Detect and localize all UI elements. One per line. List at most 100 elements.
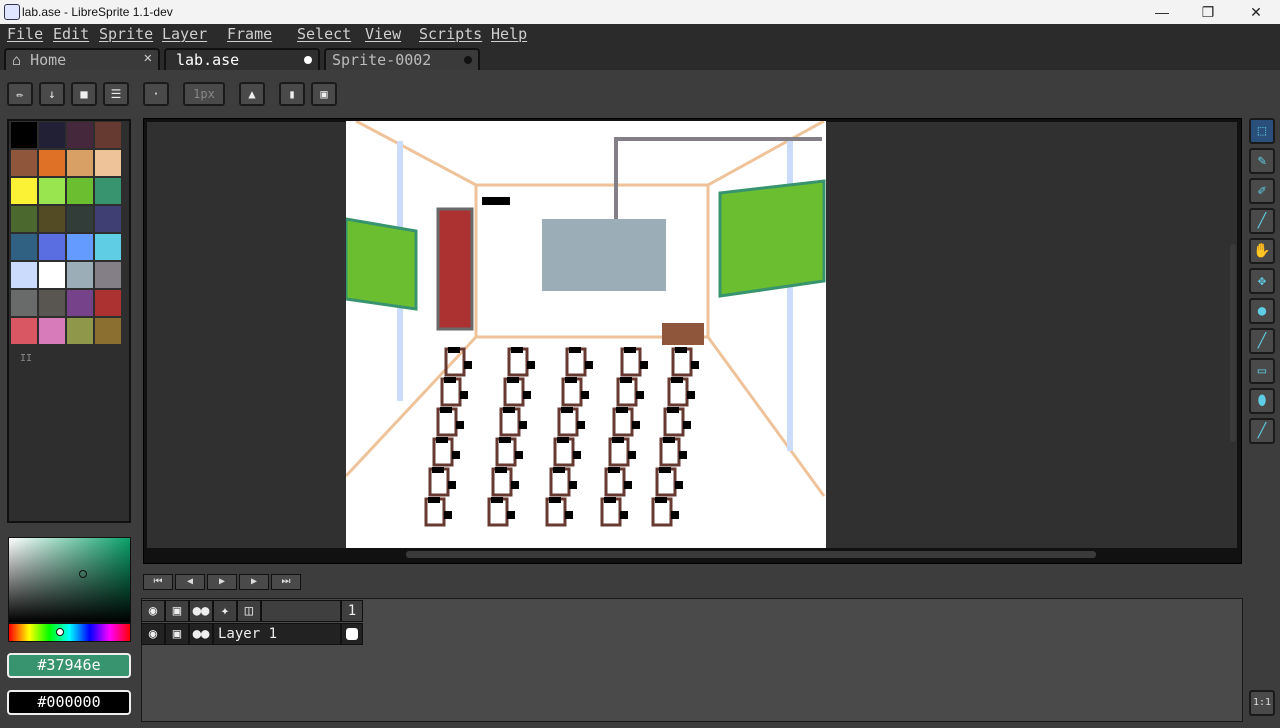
palette-swatch[interactable] [95,234,121,260]
palette-swatch[interactable] [67,178,93,204]
cel-frame-1[interactable] [341,623,363,645]
marquee-icon[interactable]: ⬚ [1249,118,1275,144]
pencil-icon[interactable]: ✎ [1249,148,1275,174]
sprite-canvas[interactable] [346,121,826,548]
palette-resize-handle[interactable]: II [20,353,32,364]
line-icon[interactable]: ╱ [1249,328,1275,354]
menu-edit[interactable]: Edit [53,25,89,43]
next-frame-button[interactable]: ▶ [239,574,269,590]
tiled-mode-icon[interactable]: ▣ [311,82,337,106]
layer-continuous-icon[interactable]: ●● [189,623,213,645]
palette-swatch[interactable] [67,262,93,288]
palette-swatch[interactable] [11,122,37,148]
lock-header-icon[interactable]: ▣ [165,600,189,622]
palette-swatch[interactable] [67,290,93,316]
window-title: lab.ase - LibreSprite 1.1-dev [22,5,173,19]
foreground-color-button[interactable]: #37946e [7,653,131,678]
brush-type-icon[interactable]: · [143,82,169,106]
palette-swatch[interactable] [95,206,121,232]
menu-frame[interactable]: Frame [227,25,272,43]
vertical-scrollbar[interactable] [1230,244,1236,442]
horizontal-scrollbar[interactable] [406,551,1096,558]
palette-swatch[interactable] [11,262,37,288]
background-color-button[interactable]: #000000 [7,690,131,715]
palette-swatch[interactable] [39,150,65,176]
home-icon: ⌂ [12,51,22,69]
layer-lock-icon[interactable]: ▣ [165,623,189,645]
palette-swatch[interactable] [67,206,93,232]
palette-swatch[interactable] [11,150,37,176]
tab-lab-ase[interactable]: lab.ase [164,48,320,70]
palette-swatch[interactable] [67,318,93,344]
palette-swatch[interactable] [11,206,37,232]
palette-swatch[interactable] [95,318,121,344]
menu-layer[interactable]: Layer [162,25,207,43]
tab-home[interactable]: ⌂ Home ✕ [4,48,160,70]
palette-swatch[interactable] [95,150,121,176]
palette-swatch[interactable] [95,122,121,148]
zoom-one-to-one-button[interactable]: 1:1 [1249,690,1275,716]
palette-swatch[interactable] [11,234,37,260]
previous-frame-button[interactable]: ◀ [175,574,205,590]
menu-lines-icon[interactable]: ☰ [103,82,129,106]
blob-icon[interactable]: ⬮ [1249,388,1275,414]
menu-sprite[interactable]: Sprite [99,25,153,43]
palette-swatch[interactable] [39,318,65,344]
layer-options-icon[interactable]: ◫ [237,600,261,622]
palette-swatch[interactable] [39,234,65,260]
brush-size-field[interactable]: 1px [183,82,225,106]
play-button[interactable]: ▶ [207,574,237,590]
palette-swatch[interactable] [11,178,37,204]
eraser-icon[interactable]: ✐ [1249,178,1275,204]
palette-swatch[interactable] [67,150,93,176]
first-frame-button[interactable]: ⏮ [143,574,173,590]
palette-swatch[interactable] [39,122,65,148]
close-button[interactable]: ✕ [1234,2,1278,22]
rectangle-icon[interactable]: ▭ [1249,358,1275,384]
spray-icon[interactable]: ╱ [1249,418,1275,444]
menu-file[interactable]: File [7,25,43,43]
palette-swatch[interactable] [11,290,37,316]
menu-select[interactable]: Select [297,25,351,43]
menu-scripts[interactable]: Scripts [419,25,482,43]
menu-view[interactable]: View [365,25,401,43]
continuous-header-icon[interactable]: ●● [189,600,213,622]
modified-indicator-icon [304,56,312,64]
layer-name[interactable]: Layer 1 [213,623,341,645]
hue-handle[interactable] [56,628,64,636]
palette-swatch[interactable] [39,206,65,232]
close-tab-icon[interactable]: ✕ [144,50,152,66]
tab-sprite-0002[interactable]: Sprite-0002 [324,48,480,70]
pencil-mode-icon[interactable]: ✏ [7,82,33,106]
hand-icon[interactable]: ✋ [1249,238,1275,264]
palette-swatch[interactable] [39,178,65,204]
folder-icon[interactable]: ■ [71,82,97,106]
paint-bucket-icon[interactable]: ● [1249,298,1275,324]
palette-swatch[interactable] [95,290,121,316]
move-icon[interactable]: ✥ [1249,268,1275,294]
palette-swatch[interactable] [67,234,93,260]
menu-help[interactable]: Help [491,25,527,43]
palette-swatch[interactable] [39,262,65,288]
tab-bar: ⌂ Home ✕ lab.ase Sprite-0002 [0,44,1280,70]
hue-slider[interactable] [8,623,131,642]
eyedropper-icon[interactable]: ╱ [1249,208,1275,234]
onion-skin-icon[interactable]: ✦ [213,600,237,622]
last-frame-button[interactable]: ⏭ [271,574,301,590]
arrow-down-icon[interactable]: ↓ [39,82,65,106]
palette-swatch[interactable] [11,318,37,344]
palette-swatch[interactable] [95,262,121,288]
ink-icon[interactable]: ▲ [239,82,265,106]
color-cursor [79,570,87,578]
visibility-header-icon[interactable]: ◉ [141,600,165,622]
minimize-button[interactable]: — [1140,2,1184,22]
symmetry-icon[interactable]: ▮ [279,82,305,106]
color-saturation-field[interactable] [8,537,131,623]
tab-label: Home [30,51,67,69]
frame-header[interactable]: 1 [341,600,363,622]
palette-swatch[interactable] [95,178,121,204]
palette-swatch[interactable] [67,122,93,148]
layer-visibility-eye-icon[interactable]: ◉ [141,623,165,645]
maximize-button[interactable]: ❐ [1186,2,1230,22]
palette-swatch[interactable] [39,290,65,316]
